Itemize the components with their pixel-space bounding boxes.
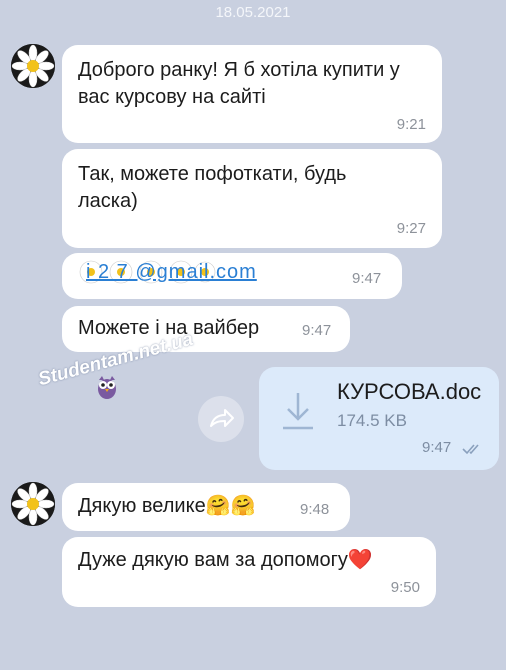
daisy-icon bbox=[11, 482, 55, 526]
incoming-message[interactable]: Доброго ранку! Я б хотіла купити у вас к… bbox=[62, 45, 442, 143]
contact-avatar[interactable] bbox=[11, 482, 55, 526]
incoming-message[interactable]: Так, можете пофоткати, будь ласка) 9:27 bbox=[62, 149, 442, 248]
file-name: КУРСОВА.doc bbox=[337, 379, 482, 404]
incoming-message[interactable]: Дякую велике🤗🤗 9:48 bbox=[62, 483, 350, 531]
message-text: Так, можете пофоткати, будь ласка) bbox=[78, 163, 347, 212]
message-text: Дякую велике🤗🤗 bbox=[78, 495, 256, 517]
outgoing-file-message[interactable]: КУРСОВА.doc 174.5 KB 9:47 bbox=[259, 367, 499, 470]
email-text[interactable]: i 2 7 @gmail.com bbox=[86, 261, 257, 284]
message-time: 9:21 bbox=[396, 116, 426, 133]
incoming-message[interactable]: Можете і на вайбер 9:47 bbox=[62, 306, 350, 352]
forward-button[interactable] bbox=[198, 396, 244, 442]
contact-avatar[interactable] bbox=[11, 44, 55, 88]
message-time: 9:48 bbox=[300, 501, 330, 518]
message-time: 9:50 bbox=[390, 579, 420, 596]
email-link[interactable]: i 2 7 @gmail.com bbox=[78, 259, 257, 287]
message-text: Дуже дякую вам за допомогу❤️ bbox=[78, 549, 373, 571]
double-check-icon bbox=[462, 444, 479, 455]
owl-logo-icon bbox=[98, 376, 116, 399]
share-arrow-icon bbox=[210, 409, 234, 427]
message-time: 9:27 bbox=[396, 220, 426, 237]
date-separator: 18.05.2021 bbox=[215, 4, 291, 21]
daisy-icon bbox=[11, 44, 55, 88]
message-time: 9:47 bbox=[302, 322, 332, 339]
message-time: 9:47 bbox=[352, 270, 382, 287]
file-size: 174.5 KB bbox=[337, 411, 407, 430]
incoming-message[interactable]: Дуже дякую вам за допомогу❤️ 9:50 bbox=[62, 537, 436, 607]
message-text: Доброго ранку! Я б хотіла купити у вас к… bbox=[78, 59, 400, 108]
download-icon[interactable] bbox=[279, 389, 317, 433]
message-time: 9:47 bbox=[422, 439, 452, 456]
incoming-message[interactable]: i 2 7 @gmail.com 9:47 bbox=[62, 253, 402, 299]
